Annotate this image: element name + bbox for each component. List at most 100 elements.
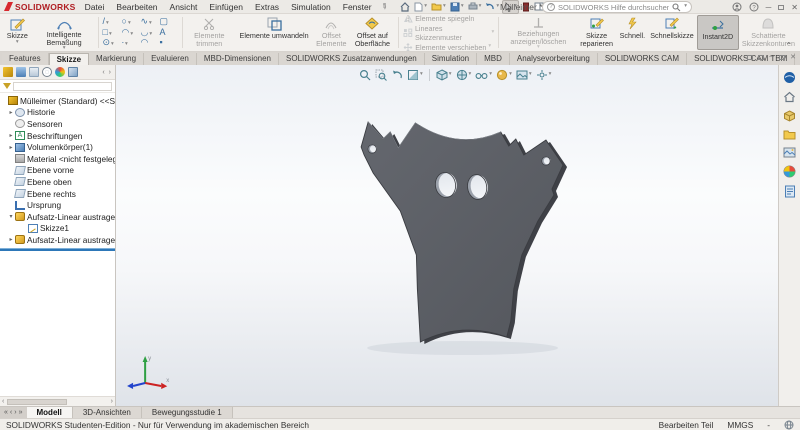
web-globe-icon[interactable]: [784, 420, 794, 430]
tree-item-ebene-vorne[interactable]: Ebene vorne: [0, 165, 115, 177]
menu-bearbeiten[interactable]: Bearbeiten: [113, 2, 160, 12]
doc-window-icon[interactable]: [747, 55, 753, 60]
arc-tool-button[interactable]: ◠▾: [122, 28, 140, 38]
doc-window-icon[interactable]: [758, 55, 764, 60]
part-model[interactable]: y x: [116, 65, 778, 406]
close-button[interactable]: ✕: [791, 3, 798, 12]
construction-tool-button[interactable]: ▪: [160, 38, 178, 48]
print-button[interactable]: ▾: [467, 1, 483, 12]
help-search-box[interactable]: ? SOLIDWORKS Hilfe durchsuchen ▾: [542, 1, 692, 13]
file-explorer-icon[interactable]: [783, 129, 796, 140]
configuration-manager-tab-icon[interactable]: [29, 67, 39, 77]
tab-zusatzanwendungen[interactable]: SOLIDWORKS Zusatzanwendungen: [279, 53, 425, 65]
tab-mbd[interactable]: MBD: [477, 53, 510, 65]
tab-simulation[interactable]: Simulation: [425, 53, 477, 65]
smart-dimension-button[interactable]: Intelligente Bemaßung ▾: [33, 15, 96, 50]
tree-item-material[interactable]: Material <nicht festgelegt>: [0, 153, 115, 165]
tab-features[interactable]: Features: [2, 53, 49, 65]
design-library-icon[interactable]: [783, 110, 796, 122]
doc-close-button[interactable]: ✕: [790, 53, 796, 61]
doc-restore-button[interactable]: [779, 55, 785, 60]
featuremanager-tree-tab-icon[interactable]: [3, 67, 13, 77]
solidworks-resources-icon[interactable]: [783, 71, 796, 84]
tab-modell[interactable]: Modell: [27, 407, 73, 418]
tab-bewegungsstudie[interactable]: Bewegungsstudie 1: [142, 407, 233, 418]
tree-item-ebene-rechts[interactable]: Ebene rechts: [0, 188, 115, 200]
tab-skizze[interactable]: Skizze: [49, 53, 89, 65]
repair-sketch-button[interactable]: Skizze reparieren: [576, 15, 618, 50]
filter-funnel-icon[interactable]: [3, 83, 11, 89]
menu-einfuegen[interactable]: Einfügen: [206, 2, 246, 12]
ellipse-tool-button[interactable]: ◡▾: [141, 28, 159, 38]
scroll-left-arrow-icon[interactable]: ‹: [2, 398, 4, 405]
quick-snaps-button[interactable]: Schnell.: [618, 15, 648, 50]
tab-evaluieren[interactable]: Evaluieren: [144, 53, 197, 65]
home-button[interactable]: [399, 1, 411, 13]
tab-3d-ansichten[interactable]: 3D-Ansichten: [73, 407, 142, 418]
point-tool-button[interactable]: ∙▾: [122, 38, 140, 48]
home-tab-icon[interactable]: [783, 91, 796, 103]
tree-item-skizze1[interactable]: Skizze1: [0, 223, 115, 235]
menu-fenster[interactable]: Fenster: [340, 2, 375, 12]
tab-markierung[interactable]: Markierung: [89, 53, 144, 65]
tree-item-ursprung[interactable]: Ursprung: [0, 199, 115, 211]
tree-item-sensoren[interactable]: Sensoren: [0, 118, 115, 130]
search-scope-chevron-icon[interactable]: ▾: [684, 4, 687, 10]
pin-menu-icon[interactable]: ✎: [378, 1, 389, 12]
tree-item-part[interactable]: Mülleimer (Standard) <<Standard: [0, 95, 115, 107]
tab-mbd-dimensionen[interactable]: MBD-Dimensionen: [197, 53, 279, 65]
new-document-button[interactable]: ▾: [413, 1, 428, 13]
menu-simulation[interactable]: Simulation: [288, 2, 334, 12]
help-icon[interactable]: ?: [749, 2, 759, 12]
rectangle-tool-button[interactable]: □▾: [103, 28, 121, 38]
line-tool-button[interactable]: /▾: [103, 17, 121, 27]
tree-filter-input[interactable]: [13, 82, 112, 91]
text-tool-button[interactable]: A: [160, 28, 178, 38]
instant2d-button[interactable]: Instant2D: [697, 15, 739, 50]
open-button[interactable]: ▾: [430, 1, 447, 12]
search-icon[interactable]: [672, 3, 681, 12]
convert-entities-button[interactable]: Elemente umwandeln: [234, 15, 314, 50]
undo-button[interactable]: ▾: [484, 1, 500, 12]
slot-tool-button[interactable]: ⊙▾: [103, 38, 121, 48]
circle-tool-button[interactable]: ○▾: [122, 17, 140, 27]
menu-extras[interactable]: Extras: [252, 2, 282, 12]
fm-tab-scroll-arrows[interactable]: ‹ ›: [102, 69, 112, 76]
menu-ansicht[interactable]: Ansicht: [167, 2, 201, 12]
quick-sketch-button[interactable]: Schnellskizze: [647, 15, 697, 50]
graphics-viewport[interactable]: ▾ ▾ ▾ ▾ ▾ ▾: [116, 65, 778, 406]
appearances-scenes-icon[interactable]: [783, 165, 796, 178]
fillet-tool-button[interactable]: ◠: [141, 38, 159, 48]
tree-item-beschriftungen[interactable]: ▸ A Beschriftungen: [0, 130, 115, 142]
tree-item-ebene-oben[interactable]: Ebene oben: [0, 176, 115, 188]
ribbon-collapse-chevron-icon[interactable]: ⌃: [785, 41, 792, 50]
minimize-button[interactable]: ─: [766, 3, 772, 12]
custom-properties-icon[interactable]: [784, 185, 796, 198]
doc-tab-nav-arrows[interactable]: «‹›»: [0, 407, 27, 418]
tree-item-historie[interactable]: ▸ Historie: [0, 107, 115, 119]
dimxpert-manager-tab-icon[interactable]: [42, 67, 52, 77]
save-button[interactable]: ▾: [449, 1, 465, 13]
scrollbar-thumb[interactable]: [7, 399, 67, 405]
view-palette-icon[interactable]: [783, 147, 796, 158]
account-icon[interactable]: [732, 2, 742, 12]
cam-tree-tab-icon[interactable]: [68, 67, 78, 77]
spline-tool-button[interactable]: ∿▾: [141, 17, 159, 27]
tree-item-volumenkoerper[interactable]: ▸ Volumenkörper(1): [0, 141, 115, 153]
feature-tree-hscrollbar[interactable]: ‹ ›: [0, 396, 115, 406]
display-manager-tab-icon[interactable]: [55, 67, 65, 77]
units-indicator[interactable]: MMGS: [727, 420, 753, 430]
property-manager-tab-icon[interactable]: [16, 67, 26, 77]
sketch-button[interactable]: Skizze ▾: [2, 15, 33, 50]
polygon-tool-button[interactable]: ▢: [160, 17, 178, 27]
tab-solidworks-cam[interactable]: SOLIDWORKS CAM: [598, 53, 687, 65]
tab-analysevorbereitung[interactable]: Analysevorbereitung: [510, 53, 598, 65]
doc-minimize-button[interactable]: ─: [769, 54, 774, 61]
scroll-right-arrow-icon[interactable]: ›: [111, 398, 113, 405]
offset-on-surface-button[interactable]: Offset auf Oberfläche: [349, 15, 397, 50]
tree-item-austragen1[interactable]: ▾ Aufsatz-Linear austragen1: [0, 211, 115, 223]
restore-button[interactable]: [778, 5, 784, 10]
tree-item-austragen2[interactable]: ▸ Aufsatz-Linear austragen2: [0, 234, 115, 246]
rollback-bar[interactable]: [0, 248, 115, 251]
menu-datei[interactable]: Datei: [82, 2, 108, 12]
